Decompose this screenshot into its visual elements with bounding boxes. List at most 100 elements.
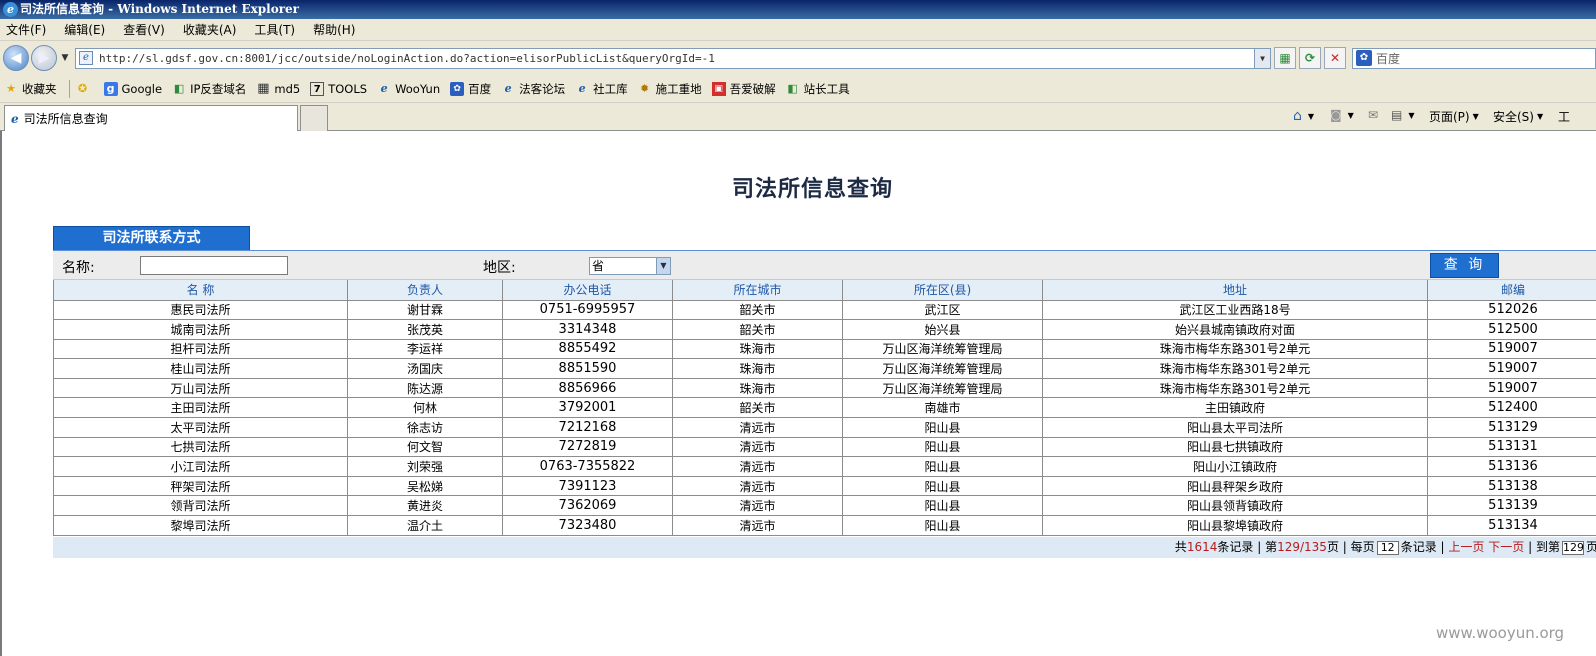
menu-tools[interactable]: 工具(T) [254,21,295,38]
goto-page-input[interactable]: 129 [1561,540,1584,555]
col-header-name[interactable]: 名 称 [53,280,348,301]
address-input[interactable]: e http://sl.gdsf.gov.cn:8001/jcc/outside… [75,47,1271,69]
window-title: 司法所信息查询 - Windows Internet Explorer [20,2,299,16]
cell-address: 阳山县秤架乡政府 [1042,475,1428,497]
col-header-person[interactable]: 负责人 [347,280,503,301]
cell-postcode: 519007 [1427,338,1596,360]
star-icon: ★ [6,81,16,95]
table-row[interactable]: 七拱司法所 何文智 7272819 清远市 阳山县 阳山县七拱镇政府 513131 [53,436,1596,458]
cell-phone: 7272819 [502,436,673,458]
name-label: 名称: [62,260,95,276]
table-row[interactable]: 担杆司法所 李运祥 8855492 珠海市 万山区海洋统筹管理局 珠海市梅华东路301号2… [53,338,1596,360]
col-header-phone[interactable]: 办公电话 [502,280,673,301]
menu-edit[interactable]: 编辑(E) [64,21,105,38]
forward-button[interactable]: ▶ [31,45,57,71]
feeds-button[interactable]: ◙ ▼ [1330,108,1354,122]
fav-label: 吾爱破解 [729,81,776,96]
address-dropdown-icon[interactable]: ▼ [1254,48,1270,68]
new-tab-button[interactable] [300,105,328,131]
safety-menu-label: 安全(S) [1493,110,1534,124]
table-header-row: 名 称 负责人 办公电话 所在城市 所在区(县) 地址 邮编 [53,280,1596,301]
fav-webmaster[interactable]: ◧ 站长工具 [786,81,849,97]
section-tab-contacts[interactable]: 司法所联系方式 [53,226,250,251]
table-row[interactable]: 惠民司法所 谢甘霖 0751-6995957 韶关市 武江区 武江区工业西路18号 5120… [53,299,1596,321]
prev-page-link[interactable]: 上一页 [1448,540,1484,554]
fav-tools[interactable]: 7 TOOLS [310,81,367,96]
col-header-district[interactable]: 所在区(县) [842,280,1043,301]
cell-address: 阳山县七拱镇政府 [1042,436,1428,458]
mail-button[interactable]: ✉ [1368,108,1381,122]
cell-district: 阳山县 [842,417,1043,438]
tab-active[interactable]: e 司法所信息查询 [4,105,298,131]
table-row[interactable]: 桂山司法所 汤国庆 8851590 珠海市 万山区海洋统筹管理局 珠海市梅华东路301号2… [53,358,1596,379]
menu-help[interactable]: 帮助(H) [313,21,355,38]
table-row[interactable]: 主田司法所 何林 3792001 韶关市 南雄市 主田镇政府 512400 [53,397,1596,419]
col-header-city[interactable]: 所在城市 [672,280,843,301]
page-menu-button[interactable]: 页面(P) ▼ [1429,108,1479,125]
address-url: http://sl.gdsf.gov.cn:8001/jcc/outside/n… [99,51,715,65]
per-page-input[interactable]: 12 [1376,540,1399,555]
fav-construction[interactable]: ✹ 施工重地 [638,81,702,97]
home-button[interactable]: ⌂ ▼ [1293,108,1314,124]
fav-sgk[interactable]: e 社工库 [575,81,628,97]
red-logo-icon: ▣ [711,81,726,96]
table-row[interactable]: 小江司法所 刘荣强 0763-7355822 清远市 阳山县 阳山小江镇政府 513136 [53,456,1596,477]
search-input[interactable]: ✿ 百度 [1352,47,1596,69]
name-input[interactable] [140,256,288,275]
table-row[interactable]: 黎埠司法所 温介土 7323480 清远市 阳山县 阳山县黎埠镇政府 513134 [53,515,1596,536]
fav-label: Google [121,81,163,96]
table-row[interactable]: 万山司法所 陈达源 8856966 珠海市 万山区海洋统筹管理局 珠海市梅华东路301号2… [53,377,1596,399]
fav-52pojie[interactable]: ▣ 吾爱破解 [711,81,776,97]
page-icon: e [79,51,93,65]
refresh-button[interactable]: ⟳ [1299,47,1321,69]
pager-text: 第 [1265,540,1278,554]
tools-menu-button[interactable]: 工 [1558,108,1570,125]
cell-person: 何文智 [347,436,503,458]
cell-phone: 8851590 [502,358,673,379]
safety-menu-button[interactable]: 安全(S) ▼ [1493,108,1543,125]
cell-name: 主田司法所 [53,397,348,419]
query-button[interactable]: 查 询 [1430,253,1499,278]
ie-logo-icon: e [3,2,18,17]
history-dropdown-button[interactable]: ▼ [59,53,71,63]
region-select[interactable]: 省 ▼ [589,257,671,275]
table-row[interactable]: 太平司法所 徐志访 7212168 清远市 阳山县 阳山县太平司法所 513129 [53,417,1596,438]
table-row[interactable]: 秤架司法所 吴松娣 7391123 清远市 阳山县 阳山县秤架乡政府 513138 [53,475,1596,497]
table-row[interactable]: 领背司法所 黄进炎 7362069 清远市 阳山县 阳山县领背镇政府 513139 [53,495,1596,517]
menu-favorites[interactable]: 收藏夹(A) [183,21,237,38]
ie-page-icon: e [380,81,388,95]
menu-view[interactable]: 查看(V) [123,21,165,38]
cell-postcode: 519007 [1427,377,1596,399]
total-count: 1614 [1186,540,1218,554]
cell-name: 惠民司法所 [53,299,348,321]
add-favorite-button[interactable]: ✪ [76,82,94,96]
col-header-postcode[interactable]: 邮编 [1427,280,1596,301]
fav-baidu[interactable]: ✿ 百度 [450,81,491,97]
table-row[interactable]: 城南司法所 张茂英 3314348 韶关市 始兴县 始兴县城南镇政府对面 512500 [53,319,1596,340]
cell-city: 韶关市 [672,319,843,340]
compatibility-view-button[interactable]: ▦ [1274,47,1296,69]
cell-address: 珠海市梅华东路301号2单元 [1042,358,1428,379]
cell-district: 万山区海洋统筹管理局 [842,338,1043,360]
back-button[interactable]: ◀ [3,45,29,71]
fav-google[interactable]: g Google [103,81,163,96]
menu-file[interactable]: 文件(F) [6,21,46,38]
fav-forum[interactable]: e 法客论坛 [501,81,566,97]
cell-phone: 8855492 [502,338,673,360]
fav-wooyun[interactable]: e WooYun [377,81,441,96]
cell-postcode: 513134 [1427,515,1596,536]
col-header-address[interactable]: 地址 [1042,280,1428,301]
site-icon: ◧ [787,81,798,95]
seven-icon: 7 [310,81,325,96]
gear-icon: ✹ [640,81,650,95]
cell-person: 汤国庆 [347,358,503,379]
cell-district: 阳山县 [842,475,1043,497]
print-button[interactable]: ▤ ▼ [1391,108,1415,122]
stop-button[interactable]: ✕ [1324,47,1346,69]
fav-label: 社工库 [593,81,628,96]
next-page-link[interactable]: 下一页 [1488,540,1524,554]
cell-address: 主田镇政府 [1042,397,1428,419]
fav-ip-lookup[interactable]: ◧ IP反查域名 [172,81,247,97]
favorites-button[interactable]: ★ 收藏夹 [4,81,56,97]
fav-md5[interactable]: ▦ md5 [256,81,300,96]
